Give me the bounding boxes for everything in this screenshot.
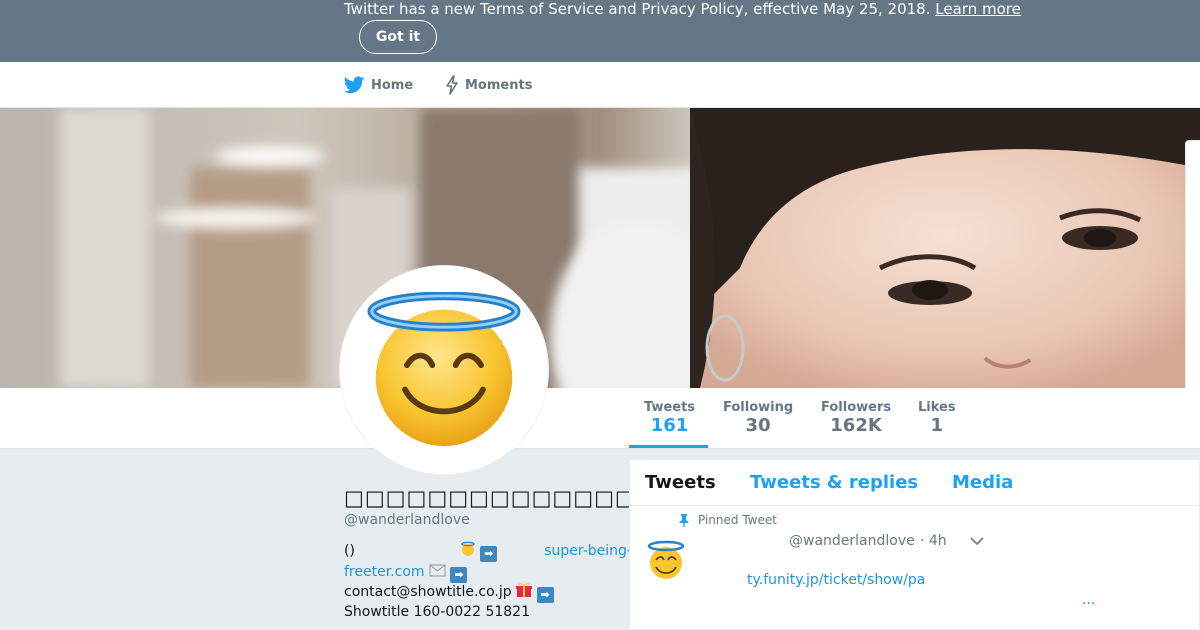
terms-message: Twitter has a new Terms of Service and P… bbox=[344, 0, 931, 18]
timeline: Tweets Tweets & replies Media Pinned Twe… bbox=[629, 459, 1200, 630]
tab-tweets-replies[interactable]: Tweets & replies bbox=[750, 472, 918, 493]
tweet-avatar-icon[interactable] bbox=[646, 540, 686, 580]
stat-tweets[interactable]: Tweets 161 bbox=[644, 400, 695, 436]
stat-followers[interactable]: Followers 162K bbox=[821, 400, 891, 436]
nav-home-label: Home bbox=[371, 77, 414, 93]
bio-line: Showtitle 160-0022 51821 bbox=[344, 602, 530, 622]
tweet-more-link[interactable]: ... bbox=[1082, 592, 1095, 608]
envelope-emoji-icon bbox=[429, 564, 446, 577]
bio-link[interactable]: freeter.com bbox=[344, 564, 425, 580]
arrow-right-emoji-icon: ➡ bbox=[480, 546, 498, 562]
chevron-down-icon[interactable] bbox=[970, 536, 984, 546]
bio-link[interactable]: super-being- bbox=[544, 543, 632, 559]
header-photo[interactable] bbox=[0, 108, 1200, 388]
halo-face-emoji-icon bbox=[461, 541, 475, 556]
arrow-right-emoji-icon: ➡ bbox=[536, 587, 554, 603]
pinned-label: Pinned Tweet bbox=[698, 513, 777, 527]
timeline-tabs: Tweets Tweets & replies Media bbox=[630, 460, 1200, 506]
stat-likes[interactable]: Likes 1 bbox=[918, 400, 956, 436]
nav-moments-label: Moments bbox=[465, 77, 533, 93]
smiling-face-with-halo-icon bbox=[367, 292, 521, 447]
bio-location: Showtitle 160-0022 51821 bbox=[344, 604, 530, 620]
got-it-button[interactable]: Got it bbox=[359, 20, 437, 54]
bio-line: contact@showtitle.co.jp ➡ bbox=[344, 582, 554, 603]
header-photo-image bbox=[0, 108, 1200, 388]
tab-tweets[interactable]: Tweets bbox=[645, 472, 716, 493]
profile-name[interactable]: □□□□□□□□□□□□□□□□ bbox=[344, 486, 677, 510]
stat-value: 30 bbox=[745, 415, 771, 436]
pin-icon bbox=[679, 513, 689, 527]
profile-handle[interactable]: @wanderlandlove bbox=[344, 512, 470, 528]
avatar[interactable] bbox=[339, 265, 549, 475]
stat-label: Following bbox=[723, 400, 794, 415]
bio-line: () ➡ super-being- bbox=[344, 541, 632, 562]
stat-value: 162K bbox=[830, 415, 882, 436]
lightning-icon bbox=[446, 75, 458, 95]
terms-banner: Twitter has a new Terms of Service and P… bbox=[0, 0, 1200, 62]
learn-more-link[interactable]: Learn more bbox=[935, 0, 1021, 18]
twitter-bird-icon bbox=[344, 76, 365, 94]
bio-contact: contact@showtitle.co.jp bbox=[344, 584, 512, 600]
stat-value: 1 bbox=[930, 415, 944, 436]
bio-text: () bbox=[344, 543, 355, 559]
gift-emoji-icon bbox=[516, 583, 533, 597]
profile-nav: Tweets 161 Following 30 Followers 162K L… bbox=[0, 388, 1200, 449]
bio-line: freeter.com ➡ bbox=[344, 562, 468, 583]
stat-label: Likes bbox=[918, 400, 956, 415]
tweet-timestamp[interactable]: · 4h bbox=[920, 533, 947, 549]
stat-following[interactable]: Following 30 bbox=[723, 400, 793, 436]
stat-label: Tweets bbox=[644, 400, 696, 415]
tweet-handle[interactable]: @wanderlandlove bbox=[789, 533, 915, 549]
terms-banner-text: Twitter has a new Terms of Service and P… bbox=[344, 0, 1021, 18]
pinned-tweet-context: Pinned Tweet bbox=[678, 513, 777, 527]
stat-label: Followers bbox=[821, 400, 892, 415]
nav-moments[interactable]: Moments bbox=[445, 62, 532, 108]
arrow-right-emoji-icon: ➡ bbox=[450, 567, 468, 583]
tweet-link[interactable]: ty.funity.jp/ticket/show/pa bbox=[747, 572, 925, 588]
active-stat-underline bbox=[629, 445, 708, 448]
tab-media[interactable]: Media bbox=[952, 472, 1013, 493]
stat-value: 161 bbox=[650, 415, 689, 436]
global-nav: Home Moments bbox=[0, 62, 1200, 108]
nav-home[interactable]: Home bbox=[344, 62, 413, 108]
